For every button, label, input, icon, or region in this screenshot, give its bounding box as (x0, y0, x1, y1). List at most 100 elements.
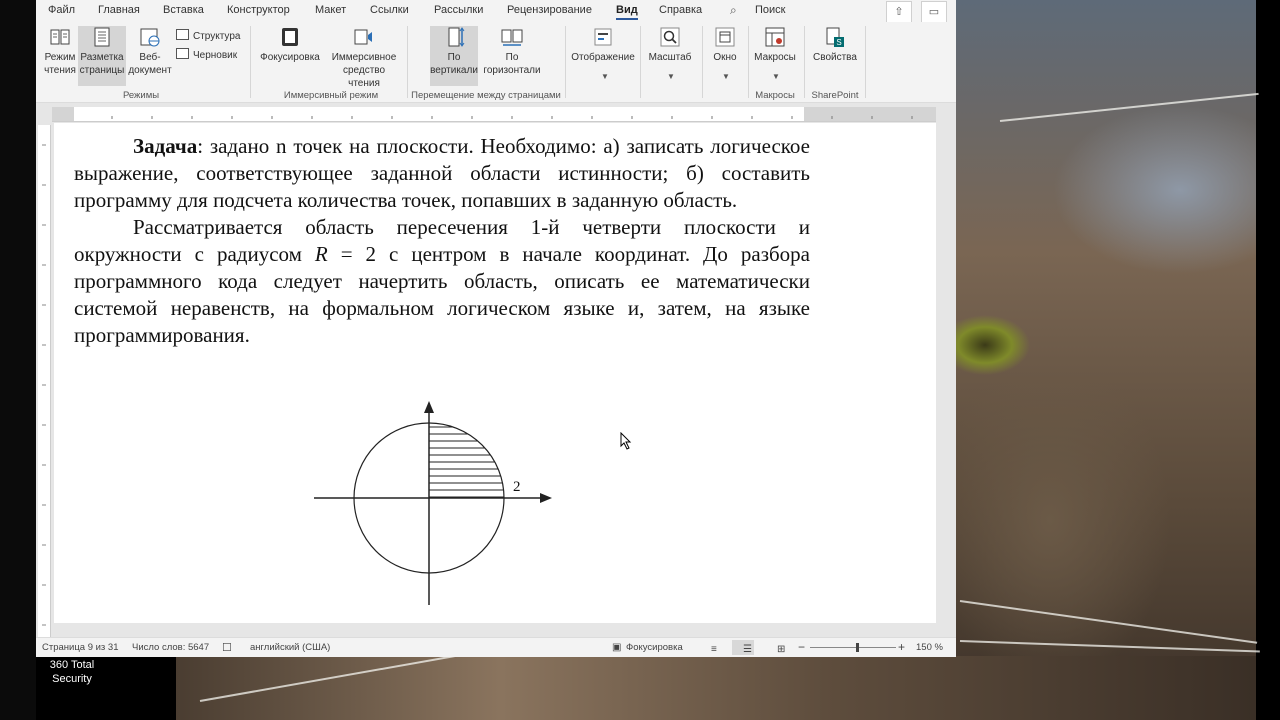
macros-label: Макросы (754, 52, 796, 63)
document-page[interactable]: Задача: задано n точек на плоскости. Нео… (54, 123, 936, 623)
ribbon-separator (804, 26, 805, 98)
horizontal-pages-icon (501, 29, 523, 46)
web-layout-button[interactable]: Веб- документ (128, 26, 172, 77)
radius-symbol: R (314, 242, 328, 266)
tab-mailings[interactable]: Рассылки (434, 4, 483, 16)
group-page-movement-label: Перемещение между страницами (411, 90, 561, 101)
word-count[interactable]: Число слов: 5647 (132, 642, 209, 653)
ribbon-separator (407, 26, 408, 98)
desktop-right-strip (1256, 0, 1280, 720)
read-mode-view-button[interactable]: ≡ (700, 640, 722, 655)
immersive-reader-button[interactable]: Иммерсивное средство чтения (326, 26, 402, 90)
tab-references[interactable]: Ссылки (370, 4, 409, 16)
zoom-slider-thumb[interactable] (856, 643, 860, 652)
taskbar-app-label[interactable]: 360 Total Security (40, 658, 104, 686)
tab-file[interactable]: Файл (48, 4, 75, 16)
draft-button[interactable]: Черновик (176, 48, 237, 61)
macros-icon (765, 27, 785, 47)
share-icon[interactable]: ⇧ (886, 1, 912, 23)
focus-icon[interactable]: ▣ (612, 642, 621, 653)
globe-page-icon (140, 28, 160, 47)
tab-review[interactable]: Рецензирование (507, 4, 592, 16)
window-label: Окно (713, 52, 737, 63)
chevron-down-icon: ▼ (722, 72, 730, 81)
search-icon[interactable]: ⌕ (730, 3, 737, 18)
show-label: Отображение (571, 52, 635, 63)
zoom-slider-track[interactable] (810, 643, 896, 652)
tab-view[interactable]: Вид (616, 4, 638, 20)
outline-button[interactable]: Структура (176, 29, 240, 42)
hatched-quarter (429, 426, 504, 498)
tab-layout[interactable]: Макет (315, 4, 346, 16)
group-immersive-label: Иммерсивный режим (283, 90, 379, 101)
print-layout-view-button[interactable]: ☰ (732, 640, 754, 655)
page-count[interactable]: Страница 9 из 31 (42, 642, 119, 653)
document-area[interactable]: Задача: задано n точек на плоскости. Нео… (36, 103, 956, 637)
tab-help[interactable]: Справка (659, 4, 702, 16)
read-mode-button[interactable]: Режим чтения (40, 26, 80, 77)
immersive-reader-label: Иммерсивное средство чтения (331, 52, 397, 89)
ribbon-separator (565, 26, 566, 98)
zoom-out-button[interactable]: − (798, 640, 805, 654)
page-icon (94, 27, 110, 47)
show-icon (594, 28, 612, 46)
search-label[interactable]: Поиск (755, 4, 785, 16)
print-layout-button[interactable]: Разметка страницы (78, 26, 126, 86)
ribbon-separator (702, 26, 703, 98)
vertical-ruler-ticks (42, 144, 46, 626)
window-icon (715, 27, 735, 47)
vertical-scroll-button[interactable]: По вертикали (430, 26, 478, 86)
ribbon-separator (748, 26, 749, 98)
vertical-ruler[interactable] (38, 125, 51, 637)
radius-label: 2 (513, 479, 521, 495)
group-macros-label: Макросы (755, 90, 795, 101)
task-heading: Задача (133, 134, 198, 158)
x-axis-arrow (540, 493, 552, 503)
mouse-cursor-icon (620, 432, 632, 450)
circle-region-figure: 2 (314, 401, 552, 605)
vertical-pages-icon (448, 27, 465, 47)
zoom-level[interactable]: 150 % (916, 642, 943, 653)
window-button[interactable]: Окно ▼ (706, 26, 744, 81)
description-paragraph: Рассматривается область пересечения 1-й … (74, 214, 810, 349)
web-layout-view-button[interactable]: ⊞ (766, 640, 788, 655)
ribbon-tab-bar: Файл Главная Вставка Конструктор Макет С… (36, 0, 956, 23)
desktop-left-strip (0, 0, 36, 720)
outline-icon (176, 29, 189, 40)
ribbon-separator (865, 26, 866, 98)
chevron-down-icon: ▼ (667, 72, 675, 81)
zoom-in-button[interactable]: + (898, 640, 905, 654)
ribbon-separator (640, 26, 641, 98)
zoom-button[interactable]: Масштаб ▼ (644, 26, 696, 81)
focus-button[interactable]: Фокусировка (256, 26, 324, 64)
tab-insert[interactable]: Вставка (163, 4, 204, 16)
macros-button[interactable]: Макросы ▼ (750, 26, 800, 81)
book-icon (50, 29, 70, 45)
web-layout-label: Веб- документ (128, 52, 172, 76)
proofing-icon[interactable]: ☐ (222, 641, 232, 654)
horizontal-ruler[interactable] (52, 107, 936, 122)
properties-label: Свойства (813, 52, 857, 63)
show-button[interactable]: Отображение ▼ (570, 26, 636, 81)
properties-button[interactable]: S Свойства (810, 26, 860, 64)
immersive-reader-icon (354, 29, 372, 45)
comments-icon[interactable]: ▭ (921, 1, 947, 23)
language-indicator[interactable]: английский (США) (250, 642, 330, 653)
side-to-side-button[interactable]: По горизонтали (482, 26, 542, 77)
tab-home[interactable]: Главная (98, 4, 140, 16)
group-sharepoint-label: SharePoint (811, 90, 859, 101)
svg-text:S: S (836, 38, 841, 47)
task-paragraph: Задача: задано n точек на плоскости. Нео… (74, 133, 810, 214)
chevron-down-icon: ▼ (772, 72, 780, 81)
sharepoint-properties-icon: S (826, 27, 844, 47)
group-views-label: Режимы (122, 90, 160, 101)
document-body[interactable]: Задача: задано n точек на плоскости. Нео… (74, 133, 810, 349)
status-focus-label[interactable]: Фокусировка (626, 642, 683, 653)
vertical-scroll-label: По вертикали (430, 52, 478, 76)
print-layout-view-icon: ☰ (743, 644, 752, 655)
status-bar: Страница 9 из 31 Число слов: 5647 ☐ англ… (36, 637, 956, 657)
word-window: Файл Главная Вставка Конструктор Макет С… (36, 0, 956, 657)
tab-design[interactable]: Конструктор (227, 4, 290, 16)
side-to-side-label: По горизонтали (483, 52, 541, 76)
read-mode-label: Режим чтения (44, 52, 76, 76)
